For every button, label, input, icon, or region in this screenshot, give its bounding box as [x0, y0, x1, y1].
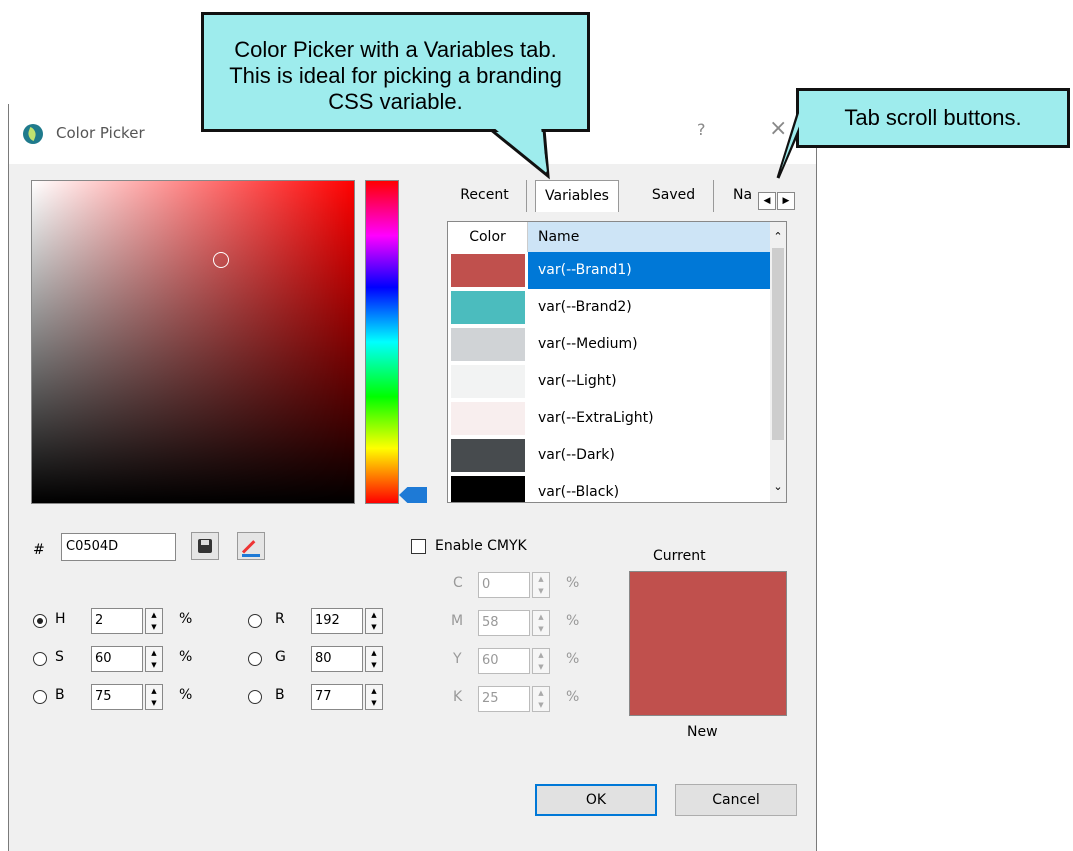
variables-callout-pointer: [485, 127, 550, 180]
tab-scroll-callout: Tab scroll buttons.: [796, 88, 1070, 148]
callout-line: CSS variable.: [328, 89, 463, 114]
callout-line: Color Picker with a Variables tab.: [234, 37, 557, 62]
variables-tab-callout: Color Picker with a Variables tab. This …: [201, 12, 590, 132]
callout-line: This is ideal for picking a branding: [229, 63, 562, 88]
